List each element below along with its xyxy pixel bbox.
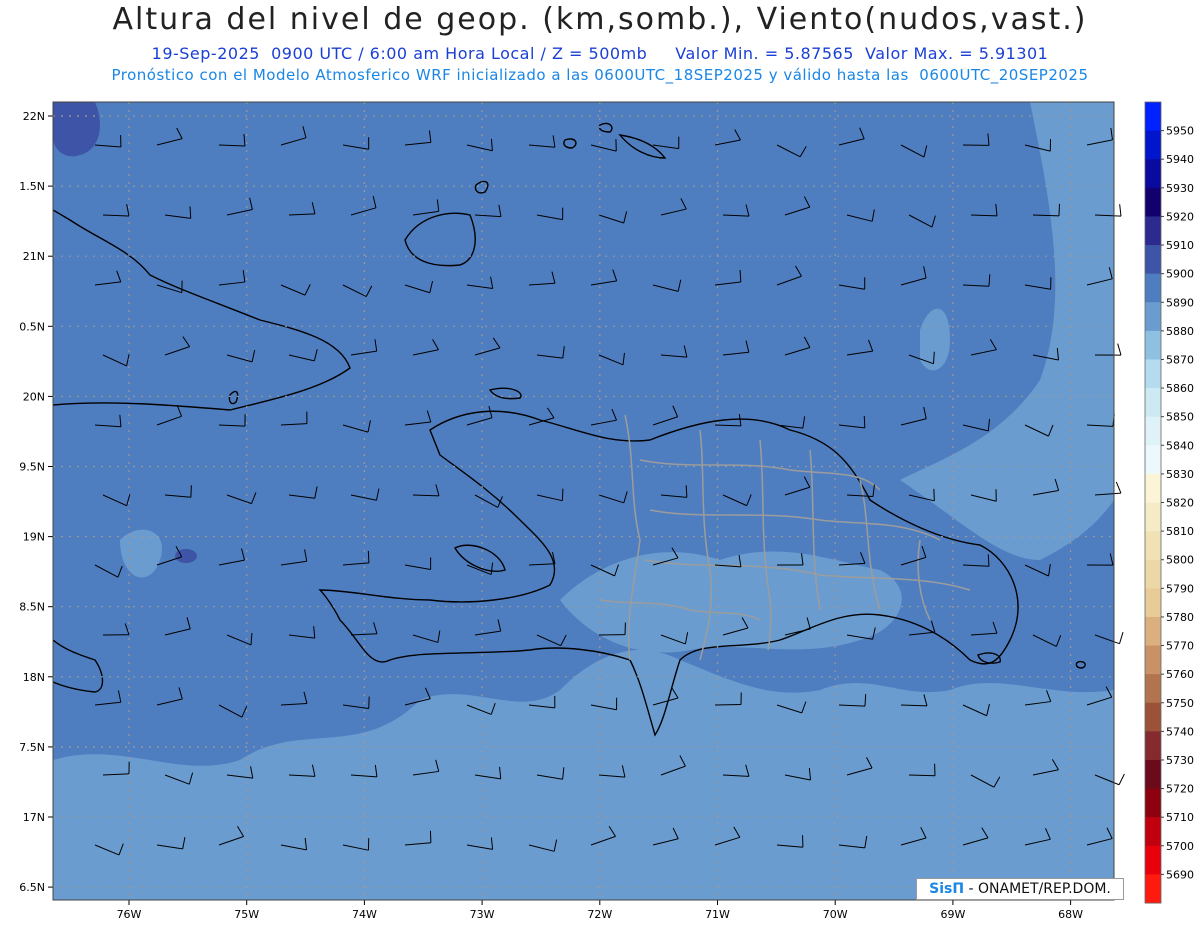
lat-label: 18N bbox=[23, 671, 45, 684]
latitude-labels: 22N 1.5N 21N 0.5N 20N 9.5N 19N 8.5N 18N 7.5N 17N 6.… bbox=[19, 110, 53, 894]
colorbar: 5950 5940 5930 5920 5910 5900 5890 5880 5870 5860… bbox=[1144, 101, 1194, 904]
lon-label: 75W bbox=[234, 908, 259, 921]
lat-label: 17N bbox=[23, 811, 45, 824]
colorbar-label: 5790 bbox=[1166, 582, 1194, 595]
colorbar-swatch bbox=[1145, 102, 1161, 132]
colorbar-swatch bbox=[1145, 674, 1161, 704]
lon-label: 73W bbox=[470, 908, 495, 921]
colorbar-swatch bbox=[1145, 845, 1161, 875]
colorbar-label: 5870 bbox=[1166, 353, 1194, 366]
colorbar-label: 5890 bbox=[1166, 296, 1194, 309]
colorbar-swatch bbox=[1145, 559, 1161, 589]
colorbar-label: 5810 bbox=[1166, 525, 1194, 538]
lon-label: 76W bbox=[117, 908, 142, 921]
lon-label: 68W bbox=[1058, 908, 1083, 921]
colorbar-swatch bbox=[1145, 388, 1161, 418]
lat-label: 6.5N bbox=[19, 881, 45, 894]
colorbar-swatch bbox=[1145, 473, 1161, 503]
lon-label: 70W bbox=[823, 908, 848, 921]
lat-label: 7.5N bbox=[19, 741, 45, 754]
lon-label: 69W bbox=[940, 908, 965, 921]
credit-text: - ONAMET/REP.DOM. bbox=[964, 881, 1111, 897]
lon-label: 71W bbox=[705, 908, 730, 921]
lon-label: 72W bbox=[587, 908, 612, 921]
colorbar-label: 5710 bbox=[1166, 811, 1194, 824]
colorbar-label: 5910 bbox=[1166, 239, 1194, 252]
lat-label: 21N bbox=[23, 250, 45, 263]
colorbar-label: 5900 bbox=[1166, 268, 1194, 281]
colorbar-label: 5730 bbox=[1166, 754, 1194, 767]
colorbar-label: 5830 bbox=[1166, 468, 1194, 481]
colorbar-label: 5940 bbox=[1166, 153, 1194, 166]
lat-label: 1.5N bbox=[19, 180, 45, 193]
colorbar-swatch bbox=[1145, 788, 1161, 818]
colorbar-label: 5770 bbox=[1166, 640, 1194, 653]
colorbar-swatch bbox=[1145, 159, 1161, 189]
colorbar-swatch bbox=[1145, 759, 1161, 790]
colorbar-swatch bbox=[1145, 645, 1161, 675]
forecast-map: 22N 1.5N 21N 0.5N 20N 9.5N 19N 8.5N 18N 7.5N 17N 6.… bbox=[19, 101, 1194, 921]
colorbar-swatch bbox=[1145, 216, 1161, 246]
colorbar-swatch bbox=[1145, 502, 1161, 532]
colorbar-swatch bbox=[1145, 416, 1161, 446]
colorbar-swatch bbox=[1145, 702, 1161, 732]
colorbar-label: 5690 bbox=[1166, 868, 1194, 881]
colorbar-swatch bbox=[1145, 616, 1161, 647]
colorbar-swatch bbox=[1145, 874, 1161, 904]
colorbar-label: 5700 bbox=[1166, 840, 1194, 853]
credit-box: SisΠ - ONAMET/REP.DOM. bbox=[916, 878, 1124, 900]
colorbar-label: 5920 bbox=[1166, 210, 1194, 223]
colorbar-label: 5860 bbox=[1166, 382, 1194, 395]
colorbar-swatch bbox=[1145, 588, 1161, 618]
colorbar-swatch bbox=[1145, 273, 1161, 303]
colorbar-label: 5750 bbox=[1166, 697, 1194, 710]
colorbar-swatch bbox=[1145, 130, 1161, 160]
colorbar-label: 5820 bbox=[1166, 497, 1194, 510]
colorbar-swatch bbox=[1145, 245, 1161, 275]
colorbar-swatch bbox=[1145, 731, 1161, 761]
colorbar-swatch bbox=[1145, 817, 1161, 847]
lat-label: 20N bbox=[23, 390, 45, 403]
colorbar-swatch bbox=[1145, 445, 1161, 475]
lon-label: 74W bbox=[352, 908, 377, 921]
colorbar-label: 5840 bbox=[1166, 439, 1194, 452]
credit-brand: SisΠ bbox=[929, 881, 965, 897]
lat-label: 22N bbox=[23, 110, 45, 123]
colorbar-label: 5740 bbox=[1166, 725, 1194, 738]
lat-label: 19N bbox=[23, 531, 45, 544]
colorbar-label: 5850 bbox=[1166, 411, 1194, 424]
colorbar-label: 5720 bbox=[1166, 783, 1194, 796]
longitude-labels: 76W 75W 74W 73W 72W 71W 70W 69W 68W bbox=[117, 900, 1083, 921]
map-plot-area bbox=[53, 102, 1114, 900]
colorbar-swatch bbox=[1145, 330, 1161, 360]
colorbar-swatch bbox=[1145, 302, 1161, 332]
colorbar-label: 5950 bbox=[1166, 125, 1194, 138]
colorbar-label: 5780 bbox=[1166, 611, 1194, 624]
colorbar-swatch bbox=[1145, 531, 1161, 561]
lat-label: 0.5N bbox=[19, 320, 45, 333]
colorbar-label: 5760 bbox=[1166, 668, 1194, 681]
lat-label: 9.5N bbox=[19, 461, 45, 474]
colorbar-label: 5930 bbox=[1166, 182, 1194, 195]
colorbar-label: 5880 bbox=[1166, 325, 1194, 338]
colorbar-label: 5800 bbox=[1166, 554, 1194, 567]
colorbar-swatch bbox=[1145, 187, 1161, 217]
colorbar-swatch bbox=[1145, 359, 1161, 389]
lat-label: 8.5N bbox=[19, 601, 45, 614]
